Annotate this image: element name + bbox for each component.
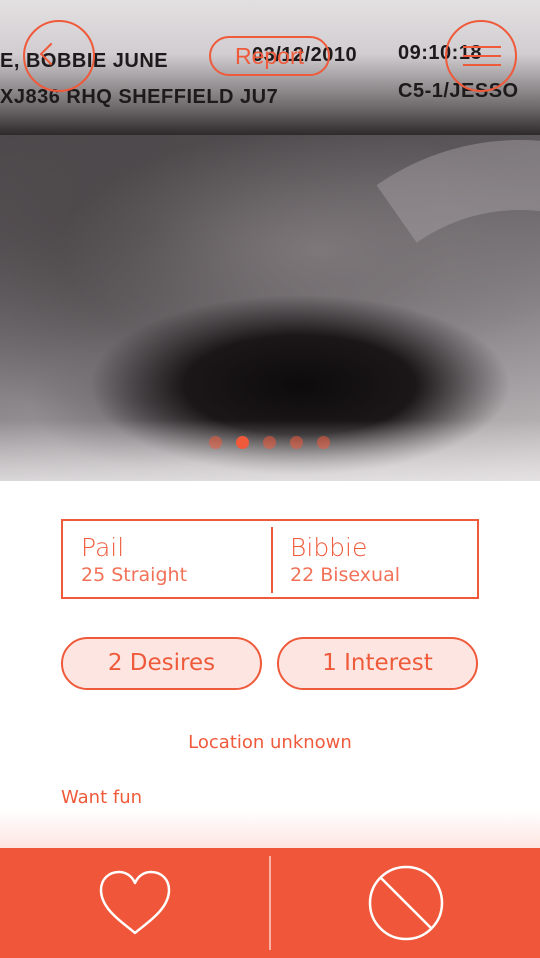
carousel-dot-active[interactable] — [236, 436, 249, 449]
back-button[interactable] — [23, 20, 95, 92]
photo-overlay-text: XJ836 RHQ SHEFFIELD JU7 — [0, 86, 279, 108]
desires-button[interactable]: 2 Desires — [61, 637, 262, 690]
location-text: Location unknown — [188, 732, 352, 753]
person-age-orientation: 22 Bisexual — [290, 564, 400, 586]
photo-glare — [0, 420, 540, 481]
person-one: Pail 25 Straight — [81, 533, 187, 587]
menu-button[interactable] — [445, 20, 517, 92]
couple-info-card: Pail 25 Straight Bibbie 22 Bisexual — [61, 519, 479, 599]
person-name: Pail — [81, 533, 125, 562]
like-button[interactable] — [0, 848, 269, 958]
report-button[interactable]: Report — [209, 36, 330, 76]
bio-text: Want fun — [61, 787, 143, 808]
action-bar — [0, 848, 540, 958]
carousel-dot[interactable] — [317, 436, 330, 449]
heart-icon — [99, 870, 170, 935]
card-divider — [271, 527, 273, 593]
person-age-orientation: 25 Straight — [81, 564, 188, 586]
carousel-dot[interactable] — [263, 436, 276, 449]
carousel-dots[interactable] — [209, 436, 330, 449]
carousel-dot[interactable] — [209, 436, 222, 449]
carousel-dot[interactable] — [290, 436, 303, 449]
block-icon — [368, 865, 443, 941]
person-two: Bibbie 22 Bisexual — [290, 533, 400, 587]
pass-button[interactable] — [271, 848, 540, 958]
interest-button[interactable]: 1 Interest — [277, 637, 478, 690]
person-name: Bibbie — [290, 533, 368, 562]
chevron-left-icon — [39, 42, 63, 66]
